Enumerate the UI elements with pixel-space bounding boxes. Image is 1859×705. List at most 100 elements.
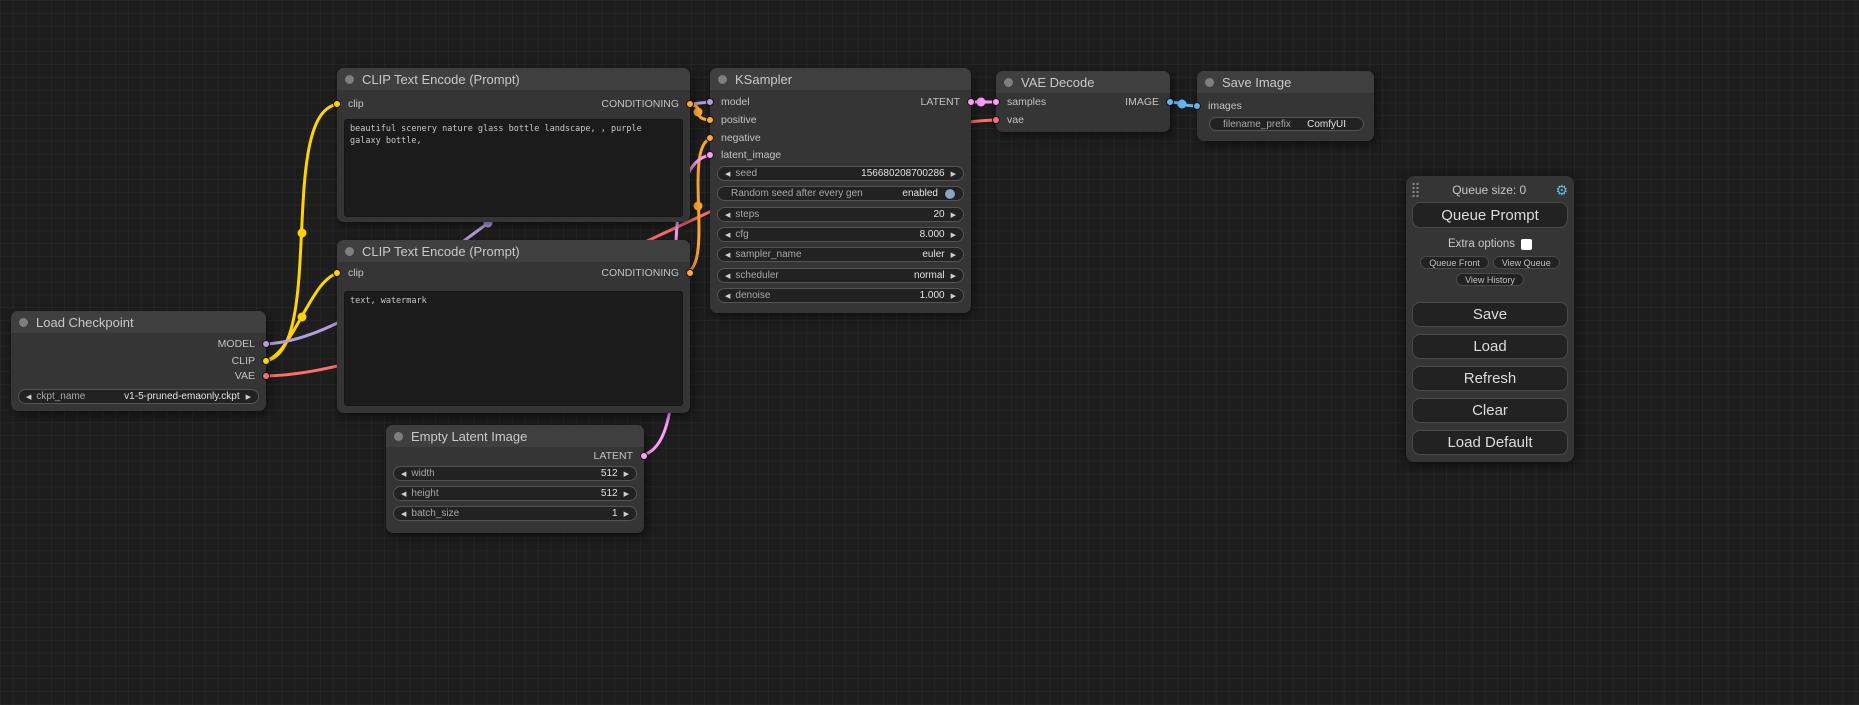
- widget-value: 512: [601, 488, 618, 499]
- port-out-latent[interactable]: [640, 452, 648, 460]
- port-out-model[interactable]: [262, 340, 270, 348]
- node-title: VAE Decode: [1021, 75, 1094, 90]
- port-label: CONDITIONING: [601, 98, 679, 110]
- input-row: negative: [710, 131, 971, 145]
- view-history-button[interactable]: View History: [1456, 273, 1524, 286]
- queue-front-button[interactable]: Queue Front: [1420, 256, 1489, 269]
- decrement-arrow-icon[interactable]: ◀: [725, 251, 730, 259]
- link-midpoint-dot: [977, 98, 986, 107]
- output-row: MODEL: [11, 337, 266, 351]
- port-out-conditioning[interactable]: [686, 269, 694, 277]
- port-label: images: [1208, 100, 1242, 112]
- load-button[interactable]: Load: [1412, 334, 1568, 359]
- drag-handle-icon[interactable]: [1410, 182, 1421, 198]
- port-out-latent[interactable]: [967, 98, 975, 106]
- node-ksampler[interactable]: KSampler model LATENT positive negative …: [710, 68, 971, 313]
- widget-value: 20: [933, 209, 944, 220]
- increment-arrow-icon[interactable]: ▶: [624, 470, 629, 478]
- queue-prompt-button[interactable]: Queue Prompt: [1412, 202, 1568, 228]
- widget-cfg[interactable]: ◀ cfg 8.000 ▶: [717, 227, 964, 242]
- input-row: positive: [710, 113, 971, 127]
- widget-value: 512: [601, 468, 618, 479]
- node-graph-canvas[interactable]: Load Checkpoint MODEL CLIP VAE ◀ ckpt_na…: [0, 0, 1859, 705]
- decrement-arrow-icon[interactable]: ◀: [725, 292, 730, 300]
- prompt-textarea[interactable]: beautiful scenery nature glass bottle la…: [344, 119, 683, 217]
- load-default-button[interactable]: Load Default: [1412, 430, 1568, 455]
- node-title-bar[interactable]: CLIP Text Encode (Prompt): [337, 240, 690, 262]
- node-title-bar[interactable]: Empty Latent Image: [386, 425, 644, 447]
- collapse-dot-icon[interactable]: [345, 75, 354, 84]
- port-label: negative: [721, 132, 761, 144]
- port-in-latent-image[interactable]: [706, 151, 714, 159]
- port-out-conditioning[interactable]: [686, 100, 694, 108]
- node-vae-decode[interactable]: VAE Decode samples IMAGE vae: [996, 71, 1170, 132]
- settings-gear-icon[interactable]: ⚙: [1555, 183, 1568, 197]
- collapse-dot-icon[interactable]: [1004, 78, 1013, 87]
- increment-arrow-icon[interactable]: ▶: [951, 251, 956, 259]
- save-button[interactable]: Save: [1412, 302, 1568, 327]
- collapse-dot-icon[interactable]: [394, 432, 403, 441]
- increment-arrow-icon[interactable]: ▶: [624, 510, 629, 518]
- widget-label: steps: [735, 209, 759, 220]
- increment-arrow-icon[interactable]: ▶: [951, 292, 956, 300]
- decrement-arrow-icon[interactable]: ◀: [725, 231, 730, 239]
- port-out-vae[interactable]: [262, 372, 270, 380]
- increment-arrow-icon[interactable]: ▶: [951, 272, 956, 280]
- prompt-textarea[interactable]: text, watermark: [344, 291, 683, 406]
- decrement-arrow-icon[interactable]: ◀: [725, 272, 730, 280]
- widget-height[interactable]: ◀ height 512 ▶: [393, 486, 637, 501]
- decrement-arrow-icon[interactable]: ◀: [725, 170, 730, 178]
- collapse-dot-icon[interactable]: [345, 247, 354, 256]
- node-save-image[interactable]: Save Image images filename_prefix ComfyU…: [1197, 71, 1374, 141]
- node-title-bar[interactable]: Save Image: [1197, 71, 1374, 93]
- decrement-arrow-icon[interactable]: ◀: [401, 510, 406, 518]
- collapse-dot-icon[interactable]: [718, 75, 727, 84]
- view-queue-button[interactable]: View Queue: [1493, 256, 1560, 269]
- widget-filename-prefix[interactable]: filename_prefix ComfyUI: [1209, 117, 1364, 131]
- widget-sampler-name[interactable]: ◀ sampler_name euler ▶: [717, 247, 964, 262]
- widget-batch-size[interactable]: ◀ batch_size 1 ▶: [393, 506, 637, 521]
- widget-steps[interactable]: ◀ steps 20 ▶: [717, 207, 964, 222]
- decrement-arrow-icon[interactable]: ◀: [26, 393, 31, 401]
- widget-scheduler[interactable]: ◀ scheduler normal ▶: [717, 268, 964, 283]
- port-out-clip[interactable]: [262, 357, 270, 365]
- widget-width[interactable]: ◀ width 512 ▶: [393, 466, 637, 481]
- increment-arrow-icon[interactable]: ▶: [951, 231, 956, 239]
- port-out-image[interactable]: [1166, 98, 1174, 106]
- port-in-positive[interactable]: [706, 116, 714, 124]
- widget-seed[interactable]: ◀ seed 156680208700286 ▶: [717, 166, 964, 181]
- increment-arrow-icon[interactable]: ▶: [951, 170, 956, 178]
- clear-button[interactable]: Clear: [1412, 398, 1568, 423]
- increment-arrow-icon[interactable]: ▶: [624, 490, 629, 498]
- port-in-negative[interactable]: [706, 134, 714, 142]
- widget-value: 1: [612, 508, 618, 519]
- queue-panel[interactable]: Queue size: 0 ⚙ Queue Prompt Extra optio…: [1406, 176, 1574, 462]
- node-load-checkpoint[interactable]: Load Checkpoint MODEL CLIP VAE ◀ ckpt_na…: [11, 311, 266, 411]
- extra-options-checkbox[interactable]: [1521, 239, 1532, 250]
- increment-arrow-icon[interactable]: ▶: [951, 211, 956, 219]
- node-empty-latent-image[interactable]: Empty Latent Image LATENT ◀ width 512 ▶ …: [386, 425, 644, 533]
- collapse-dot-icon[interactable]: [1205, 78, 1214, 87]
- widget-ckpt-name[interactable]: ◀ ckpt_name v1-5-pruned-emaonly.ckpt ▶: [18, 389, 259, 404]
- node-clip-text-encode-negative[interactable]: CLIP Text Encode (Prompt) clip CONDITION…: [337, 240, 690, 413]
- node-title-bar[interactable]: CLIP Text Encode (Prompt): [337, 68, 690, 90]
- refresh-button[interactable]: Refresh: [1412, 366, 1568, 391]
- node-title-bar[interactable]: VAE Decode: [996, 71, 1170, 93]
- decrement-arrow-icon[interactable]: ◀: [401, 490, 406, 498]
- node-clip-text-encode-positive[interactable]: CLIP Text Encode (Prompt) clip CONDITION…: [337, 68, 690, 222]
- widget-label: ckpt_name: [36, 391, 85, 402]
- output-row: IMAGE: [996, 95, 1170, 109]
- decrement-arrow-icon[interactable]: ◀: [401, 470, 406, 478]
- toggle-enabled-icon[interactable]: [944, 188, 956, 200]
- output-row: CONDITIONING: [337, 266, 690, 280]
- collapse-dot-icon[interactable]: [19, 318, 28, 327]
- node-title-bar[interactable]: Load Checkpoint: [11, 311, 266, 333]
- widget-label: cfg: [735, 229, 748, 240]
- increment-arrow-icon[interactable]: ▶: [246, 393, 251, 401]
- decrement-arrow-icon[interactable]: ◀: [725, 211, 730, 219]
- widget-denoise[interactable]: ◀ denoise 1.000 ▶: [717, 288, 964, 303]
- node-title-bar[interactable]: KSampler: [710, 68, 971, 90]
- port-in-images[interactable]: [1193, 102, 1201, 110]
- widget-random-seed-toggle[interactable]: Random seed after every gen enabled: [717, 186, 964, 201]
- port-in-vae[interactable]: [992, 116, 1000, 124]
